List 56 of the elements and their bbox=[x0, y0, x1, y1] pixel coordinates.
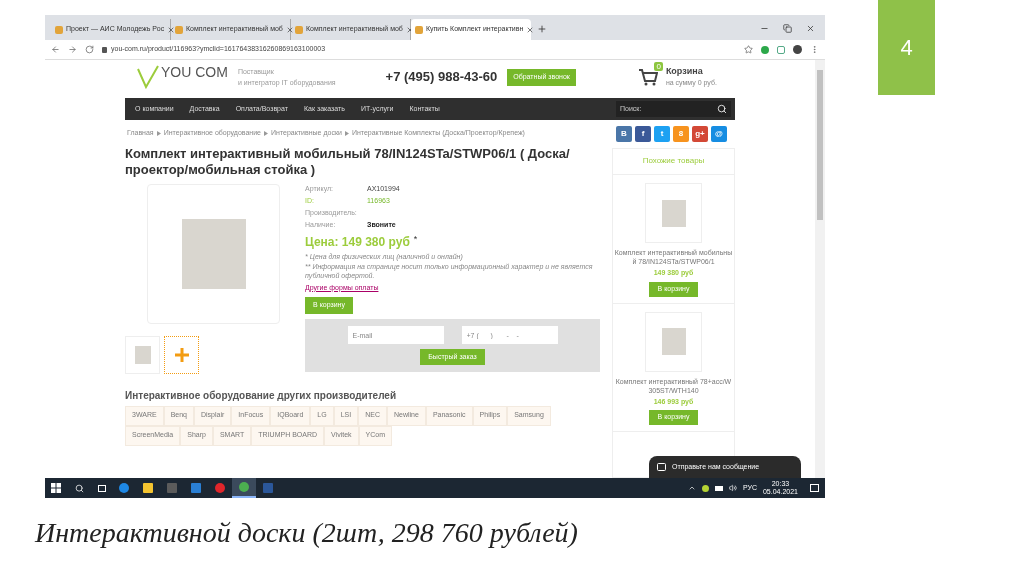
close-icon[interactable] bbox=[526, 25, 535, 34]
product-title: Комплект интерактивный мобильный 78/IN124STa/STWP06/1 ( Доска/ проектор/мобильная стойка ) bbox=[125, 145, 571, 178]
photo-placeholder bbox=[181, 218, 246, 289]
back-icon[interactable] bbox=[51, 45, 60, 54]
chevron-icon bbox=[264, 130, 268, 136]
favicon-icon bbox=[295, 25, 303, 34]
social-share-icon[interactable]: B bbox=[616, 126, 632, 142]
new-tab-icon[interactable] bbox=[537, 24, 547, 34]
menu-icon[interactable] bbox=[810, 45, 819, 54]
social-share-icon[interactable]: @ bbox=[711, 126, 727, 142]
chevron-icon bbox=[344, 130, 349, 136]
forward-icon[interactable] bbox=[68, 45, 77, 54]
plus-icon bbox=[173, 346, 190, 363]
panel-title: Похожие товары bbox=[613, 155, 734, 175]
cart-count-badge: 0 bbox=[654, 62, 663, 72]
tray-icon[interactable] bbox=[701, 484, 709, 492]
taskbar-app-icon[interactable] bbox=[232, 478, 256, 498]
lock-icon bbox=[102, 46, 107, 53]
task-view-icon[interactable] bbox=[98, 484, 106, 492]
favicon-icon bbox=[55, 25, 63, 34]
close-icon[interactable] bbox=[806, 24, 815, 33]
chevron-icon bbox=[156, 130, 161, 136]
scrollbar[interactable] bbox=[815, 60, 825, 478]
battery-icon[interactable] bbox=[714, 485, 723, 491]
slide-caption: Интерактивной доски (2шт, 298 760 рублей) bbox=[35, 516, 579, 550]
star-icon[interactable] bbox=[744, 45, 753, 54]
social-share-icon[interactable]: g+ bbox=[692, 126, 708, 142]
slide-number-box: 4 bbox=[878, 0, 935, 95]
logo-text: YOU COM bbox=[161, 65, 228, 80]
price-footnote-mark: * bbox=[413, 232, 418, 246]
search-icon[interactable] bbox=[717, 104, 727, 115]
favicon-icon bbox=[175, 25, 183, 34]
product-thumbnail[interactable] bbox=[645, 183, 702, 243]
message-icon bbox=[657, 463, 666, 471]
search-icon[interactable] bbox=[75, 483, 84, 493]
windows-start-icon[interactable] bbox=[51, 483, 61, 493]
phone-number: +7 (495) 988-43-60 bbox=[385, 68, 498, 87]
social-share-icon[interactable]: t bbox=[654, 126, 670, 142]
volume-icon[interactable] bbox=[728, 484, 737, 492]
notification-icon[interactable] bbox=[810, 484, 819, 492]
brands-heading: Интерактивное оборудование других производителей bbox=[125, 388, 398, 403]
logo-check-icon bbox=[137, 65, 159, 90]
product-thumbnail[interactable] bbox=[645, 311, 702, 372]
close-icon[interactable] bbox=[285, 25, 294, 34]
profile-icon[interactable] bbox=[793, 45, 802, 54]
favicon-icon bbox=[415, 25, 423, 34]
cart-icon[interactable] bbox=[637, 67, 658, 88]
close-icon[interactable] bbox=[167, 25, 176, 34]
close-icon[interactable] bbox=[405, 25, 414, 34]
caret-icon[interactable] bbox=[687, 484, 696, 492]
cart-title[interactable]: Корзина bbox=[665, 66, 717, 78]
thumbnail-image[interactable] bbox=[125, 335, 160, 374]
product-price: Цена: 149 380 руб bbox=[305, 233, 410, 251]
maximize-icon[interactable] bbox=[783, 24, 792, 33]
reload-icon[interactable] bbox=[85, 45, 94, 54]
social-share-icon[interactable]: f bbox=[635, 126, 651, 142]
